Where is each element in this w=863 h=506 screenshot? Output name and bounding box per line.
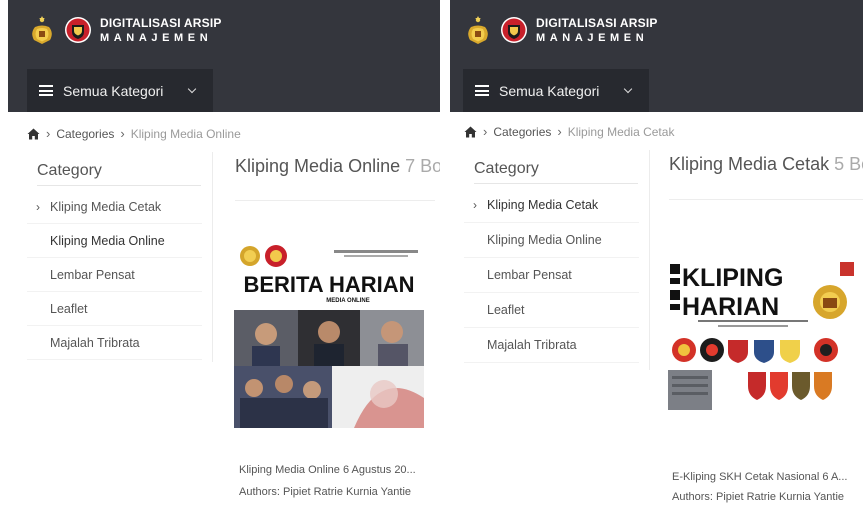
chevron-right-icon: › — [46, 126, 51, 141]
sidebar-item-label: Majalah Tribrata — [487, 338, 577, 352]
chevron-right-icon: › — [483, 124, 488, 139]
divider — [235, 200, 435, 201]
home-icon[interactable] — [464, 126, 477, 138]
menu-icon — [39, 85, 53, 96]
book-author: Authors: Pipiet Ratrie Kurnia Yantie — [672, 491, 845, 503]
brand-name: DIGITALISASI ARSIP MANAJEMEN — [100, 17, 222, 44]
chevron-down-icon — [187, 84, 197, 94]
breadcrumb-current: Kliping Media Online — [130, 126, 241, 141]
all-categories-dropdown[interactable]: Semua Kategori — [27, 69, 213, 112]
all-categories-dropdown[interactable]: Semua Kategori — [463, 69, 649, 112]
sidebar-item-leaflet[interactable]: Leaflet — [27, 292, 202, 326]
all-categories-label: Semua Kategori — [499, 82, 600, 99]
breadcrumb-current: Kliping Media Cetak — [567, 124, 675, 139]
sidebar-item-majalah-tribrata[interactable]: Majalah Tribrata — [464, 328, 639, 363]
sidebar-item-label: Lembar Pensat — [50, 268, 135, 282]
page-title: Kliping Media Online 7 Bo — [235, 156, 440, 177]
book-title[interactable]: Kliping Media Online 6 Agustus 20... — [239, 464, 416, 476]
screen-online: DIGITALISASI ARSIP MANAJEMEN Semua Kateg… — [0, 0, 440, 506]
chevron-right-icon: › — [36, 200, 40, 214]
category-list: › Kliping Media Cetak Kliping Media Onlin… — [464, 188, 649, 363]
cover-title: BERITA HARIAN — [243, 272, 414, 297]
site-header: DIGITALISASI ARSIP MANAJEMEN Semua Kateg… — [450, 0, 863, 112]
breadcrumb: › Categories › Kliping Media Online — [27, 126, 241, 141]
book-cover-kliping-harian[interactable]: KLIPING HARIAN — [668, 260, 854, 410]
chevron-right-icon: › — [120, 126, 125, 141]
book-count: 5 Bo — [834, 154, 863, 174]
home-icon[interactable] — [27, 128, 40, 140]
brand-line-1: DIGITALISASI ARSIP — [536, 15, 658, 30]
sidebar-item-kliping-media-online[interactable]: Kliping Media Online — [27, 224, 202, 258]
page-title: Kliping Media Cetak 5 Bo — [669, 154, 863, 175]
sidebar-item-label: Kliping Media Online — [487, 233, 602, 247]
brand-line-2: MANAJEMEN — [536, 31, 649, 44]
divider — [669, 199, 863, 200]
brand-line-2: MANAJEMEN — [100, 31, 213, 44]
breadcrumb-categories[interactable]: Categories — [56, 127, 114, 141]
cover-line-1: KLIPING — [682, 264, 783, 292]
screen-cetak: DIGITALISASI ARSIP MANAJEMEN Semua Kateg… — [446, 0, 863, 506]
sidebar-title: Category — [474, 160, 638, 184]
division-emblem-icon — [65, 17, 91, 43]
division-emblem-icon — [501, 17, 527, 43]
breadcrumb: › Categories › Kliping Media Cetak — [464, 124, 674, 139]
sidebar-item-kliping-media-cetak[interactable]: › Kliping Media Cetak — [464, 188, 639, 223]
book-title[interactable]: E-Kliping SKH Cetak Nasional 6 A... — [672, 471, 847, 483]
chevron-right-icon: › — [557, 124, 562, 139]
sidebar-item-majalah-tribrata[interactable]: Majalah Tribrata — [27, 326, 202, 360]
cover-line-2: HARIAN — [682, 293, 779, 321]
category-sidebar: Category › Kliping Media Cetak Kliping Me… — [27, 152, 213, 362]
all-categories-label: Semua Kategori — [63, 82, 164, 99]
page-title-text: Kliping Media Cetak — [669, 154, 830, 174]
sidebar-item-lembar-pensat[interactable]: Lembar Pensat — [464, 258, 639, 293]
brand-name: DIGITALISASI ARSIP MANAJEMEN — [536, 17, 658, 44]
category-list: › Kliping Media Cetak Kliping Media Onlin… — [27, 190, 212, 360]
sidebar-item-label: Kliping Media Cetak — [487, 198, 599, 212]
sidebar-item-label: Kliping Media Cetak — [50, 200, 162, 214]
category-sidebar: Category › Kliping Media Cetak Kliping Me… — [464, 150, 650, 370]
brand-line-1: DIGITALISASI ARSIP — [100, 15, 222, 30]
sidebar-item-label: Kliping Media Online — [50, 234, 165, 248]
police-emblem-icon — [32, 16, 52, 44]
sidebar-item-label: Majalah Tribrata — [50, 336, 140, 350]
page-title-text: Kliping Media Online — [235, 156, 401, 176]
breadcrumb-categories[interactable]: Categories — [493, 125, 551, 139]
chevron-right-icon: › — [473, 198, 477, 212]
site-header: DIGITALISASI ARSIP MANAJEMEN Semua Kateg… — [8, 0, 440, 112]
sidebar-item-label: Leaflet — [50, 302, 88, 316]
sidebar-title: Category — [37, 162, 201, 186]
site-logo[interactable]: DIGITALISASI ARSIP MANAJEMEN — [462, 14, 658, 46]
police-emblem-icon — [468, 16, 488, 44]
book-author: Authors: Pipiet Ratrie Kurnia Yantie — [239, 486, 412, 498]
menu-icon — [475, 85, 489, 96]
cover-subtitle: MEDIA ONLINE — [326, 298, 369, 304]
sidebar-item-leaflet[interactable]: Leaflet — [464, 293, 639, 328]
site-logo[interactable]: DIGITALISASI ARSIP MANAJEMEN — [26, 14, 222, 46]
sidebar-item-lembar-pensat[interactable]: Lembar Pensat — [27, 258, 202, 292]
sidebar-item-kliping-media-cetak[interactable]: › Kliping Media Cetak — [27, 190, 202, 224]
chevron-down-icon — [623, 84, 633, 94]
book-cover-berita-harian[interactable]: BERITA HARIAN MEDIA ONLINE — [234, 236, 424, 432]
book-count: 7 Bo — [405, 156, 440, 176]
sidebar-item-label: Leaflet — [487, 303, 525, 317]
sidebar-item-label: Lembar Pensat — [487, 268, 572, 282]
sidebar-item-kliping-media-online[interactable]: Kliping Media Online — [464, 223, 639, 258]
